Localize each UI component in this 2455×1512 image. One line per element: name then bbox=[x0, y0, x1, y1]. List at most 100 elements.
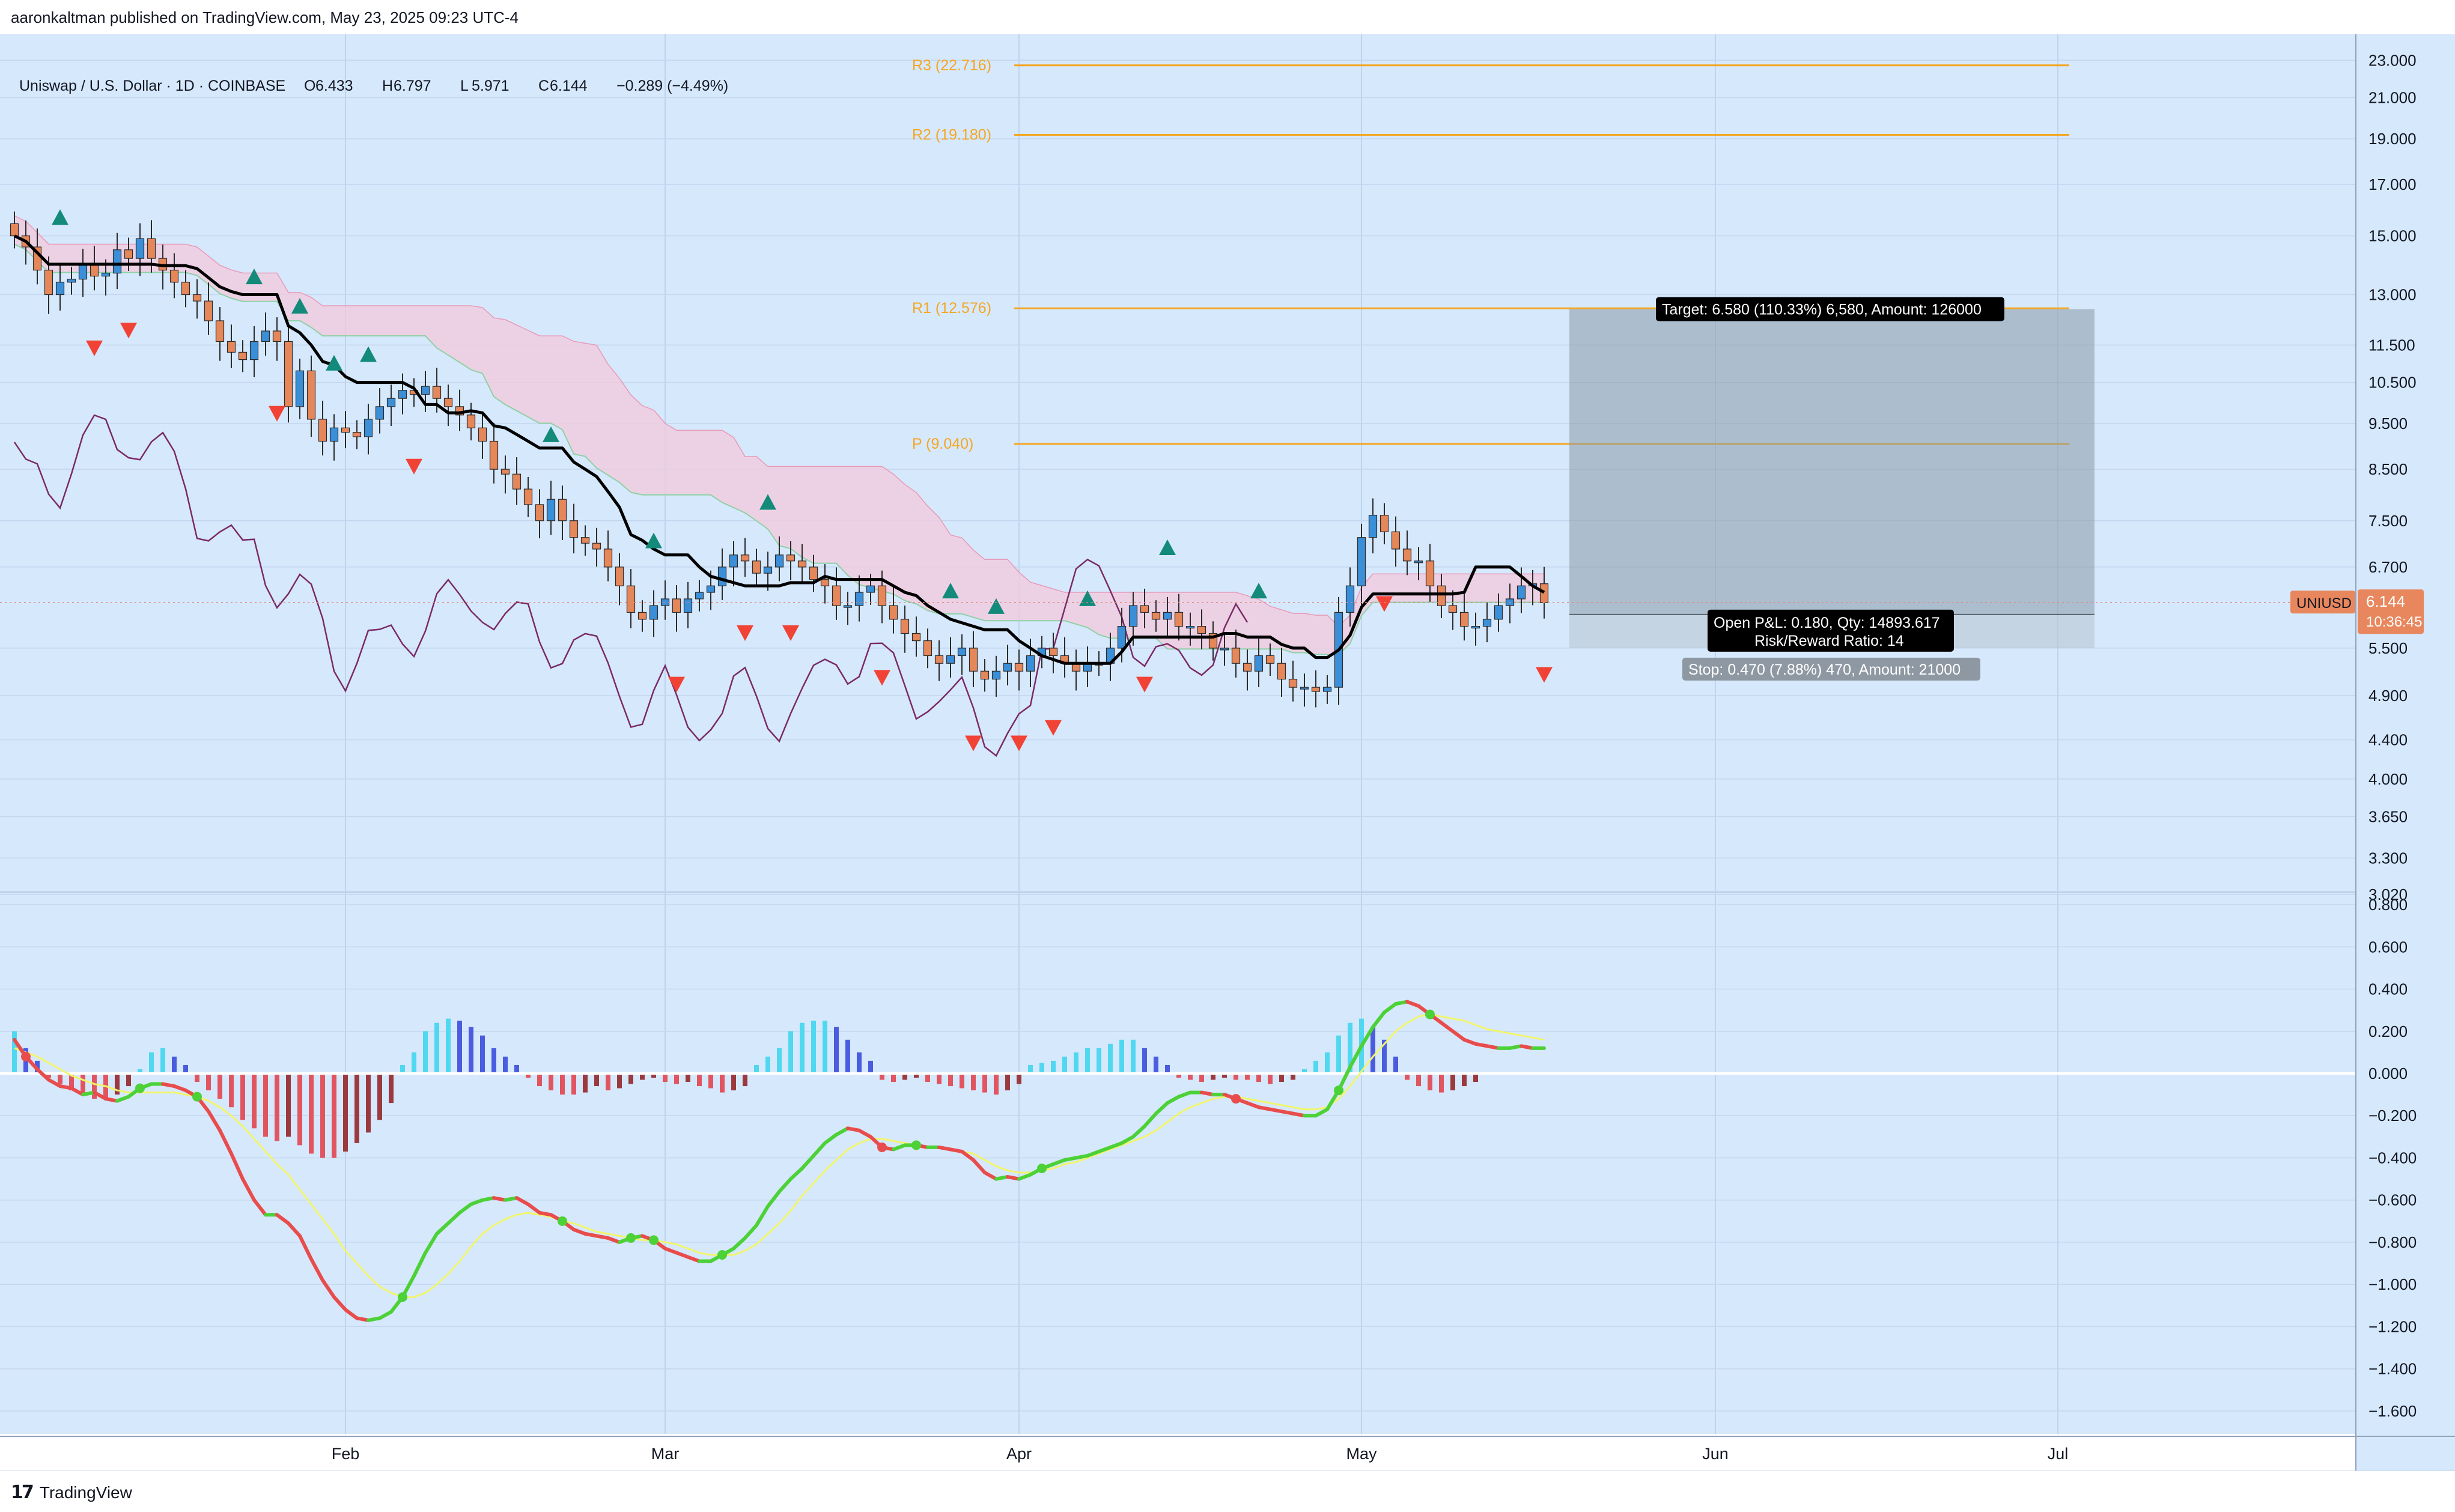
macd-cross-dot bbox=[626, 1233, 636, 1243]
time-axis-labels: Feb Mar Apr May Jun Jul bbox=[332, 1445, 2069, 1463]
candle-down bbox=[1539, 583, 1549, 603]
macd-histogram-bar bbox=[263, 1073, 268, 1137]
macd-cross-dot bbox=[1231, 1094, 1241, 1104]
macd-histogram-bar bbox=[229, 1073, 234, 1108]
candle-down bbox=[1174, 612, 1184, 627]
macd-histogram-bar bbox=[1165, 1064, 1170, 1073]
candle-down bbox=[911, 633, 921, 642]
candle-down bbox=[900, 619, 910, 634]
candle-up bbox=[706, 585, 716, 593]
price-tick-label: 19.000 bbox=[2368, 130, 2417, 148]
candle-down bbox=[1277, 663, 1286, 680]
macd-histogram-bar bbox=[195, 1073, 199, 1082]
candle-down bbox=[797, 560, 807, 568]
candle-up bbox=[364, 419, 373, 437]
macd-histogram-bar bbox=[537, 1073, 542, 1087]
candle-up bbox=[135, 238, 145, 259]
pivot-label: R2 (19.180) bbox=[912, 126, 991, 143]
candle-down bbox=[934, 655, 944, 664]
price-tick-label: 3.650 bbox=[2368, 807, 2408, 825]
macd-histogram-bar bbox=[183, 1064, 188, 1073]
price-axis-background bbox=[2355, 34, 2455, 1471]
macd-histogram-bar bbox=[606, 1073, 610, 1091]
macd-tick-label: −0.800 bbox=[2368, 1233, 2417, 1251]
macd-tick-label: −1.600 bbox=[2368, 1402, 2417, 1420]
tradingview-brand[interactable]: 17 TradingView bbox=[11, 1482, 132, 1503]
candle-down bbox=[44, 270, 53, 296]
macd-histogram-bar bbox=[1028, 1064, 1033, 1073]
macd-histogram-bar bbox=[58, 1073, 62, 1084]
macd-cross-dot bbox=[649, 1235, 659, 1245]
legend-ohlc-value: 6.797 bbox=[394, 77, 431, 94]
candle-down bbox=[923, 640, 932, 657]
candle-up bbox=[261, 330, 270, 342]
macd-histogram-bar bbox=[777, 1048, 782, 1073]
macd-histogram-bar bbox=[686, 1073, 690, 1082]
tradingview-logo-icon: 17 bbox=[11, 1482, 34, 1503]
macd-histogram-bar bbox=[149, 1052, 154, 1073]
candle-down bbox=[500, 469, 510, 475]
macd-histogram-bar bbox=[469, 1027, 473, 1073]
price-tick-label: 10.500 bbox=[2368, 374, 2417, 392]
macd-histogram-bar bbox=[1256, 1073, 1261, 1082]
macd-cross-dot bbox=[558, 1216, 567, 1226]
macd-histogram-bar bbox=[571, 1073, 576, 1095]
candle-down bbox=[1197, 626, 1206, 634]
macd-histogram-bar bbox=[937, 1073, 942, 1084]
price-tick-label: 6.700 bbox=[2368, 558, 2408, 576]
macd-histogram-bar bbox=[857, 1052, 862, 1073]
macd-histogram-bar bbox=[960, 1073, 964, 1088]
candle-down bbox=[580, 537, 590, 544]
candle-down bbox=[1311, 687, 1321, 692]
stop-label: Stop: 0.470 (7.88%) 470, Amount: 21000 bbox=[1688, 661, 1961, 678]
candle-up bbox=[295, 370, 305, 407]
chart-area[interactable]: R3 (22.716) R2 (19.180) R1 (12.576) P (9.04… bbox=[0, 34, 2455, 1471]
candle-up bbox=[1026, 655, 1035, 672]
macd-tick-label: −1.000 bbox=[2368, 1275, 2417, 1293]
candle-up bbox=[729, 554, 738, 568]
price-tag-countdown: 10:36:45 bbox=[2366, 614, 2422, 630]
price-tick-label: 4.400 bbox=[2368, 731, 2408, 749]
macd-histogram-bar bbox=[332, 1073, 336, 1158]
candle-down bbox=[227, 341, 236, 353]
legend-change: −0.289 (−4.49%) bbox=[616, 77, 728, 94]
candle-down bbox=[1402, 548, 1412, 562]
long-position-tool[interactable]: Target: 6.580 (110.33%) 6,580, Amount: 1… bbox=[1569, 297, 2095, 681]
candle-down bbox=[1288, 678, 1298, 688]
candle-down bbox=[809, 566, 818, 580]
macd-histogram-bar bbox=[1450, 1073, 1455, 1091]
candle-down bbox=[238, 351, 248, 360]
macd-tick-label: −1.400 bbox=[2368, 1360, 2417, 1378]
price-tick-label: 13.000 bbox=[2368, 286, 2417, 304]
macd-histogram-bar bbox=[434, 1022, 439, 1073]
macd-histogram-bar bbox=[366, 1073, 371, 1133]
macd-histogram-bar bbox=[845, 1039, 850, 1073]
candle-down bbox=[181, 282, 190, 296]
time-tick-mar: Mar bbox=[651, 1445, 680, 1463]
candle-down bbox=[569, 520, 579, 538]
macd-histogram-bar bbox=[868, 1060, 873, 1073]
macd-histogram-bar bbox=[925, 1073, 930, 1082]
candle-down bbox=[352, 432, 362, 437]
macd-histogram-bar bbox=[126, 1073, 131, 1087]
publisher-bar: aaronkaltman published on TradingView.co… bbox=[0, 0, 2455, 35]
pivot-label: P (9.040) bbox=[912, 436, 973, 452]
candle-down bbox=[980, 670, 990, 680]
macd-cross-dot bbox=[717, 1250, 727, 1260]
candle-down bbox=[306, 370, 316, 420]
chart-canvas[interactable]: R3 (22.716) R2 (19.180) R1 (12.576) P (9.04… bbox=[0, 34, 2455, 1471]
macd-histogram-bar bbox=[800, 1022, 805, 1073]
macd-histogram-bar bbox=[423, 1031, 428, 1073]
candle-up bbox=[375, 406, 385, 420]
candle-up bbox=[112, 249, 122, 274]
macd-histogram-bar bbox=[172, 1056, 177, 1073]
macd-histogram-bar bbox=[446, 1018, 451, 1073]
candle-down bbox=[603, 548, 613, 568]
candle-up bbox=[421, 386, 430, 395]
legend-ohlc-label: C bbox=[538, 77, 549, 94]
macd-histogram-bar bbox=[1142, 1048, 1147, 1073]
macd-cross-dot bbox=[192, 1091, 202, 1102]
macd-histogram-bar bbox=[994, 1073, 999, 1095]
macd-histogram-bar bbox=[514, 1064, 519, 1073]
macd-histogram-bar bbox=[731, 1073, 736, 1091]
